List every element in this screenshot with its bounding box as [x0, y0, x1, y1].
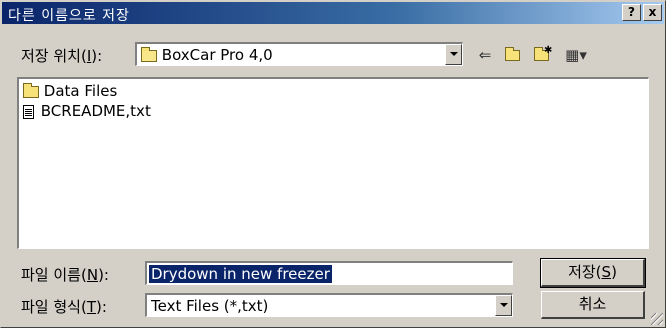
- file-name-label-end: ):: [98, 266, 109, 284]
- up-folder-shape: [504, 47, 520, 61]
- file-type-label: 파일 형식(T):: [21, 296, 107, 317]
- help-button[interactable]: ?: [622, 4, 641, 21]
- save-as-dialog: 다른 이름으로 저장 ? x 저장 위치(I): BoxCar Pro 4,0 …: [0, 0, 666, 328]
- close-button[interactable]: x: [643, 4, 662, 21]
- list-item[interactable]: Data Files: [23, 82, 117, 100]
- folder-icon: [23, 82, 39, 98]
- file-name-input[interactable]: Drydown in new freezer: [145, 261, 513, 285]
- file-name-label-text: 파일 이름(: [21, 266, 87, 284]
- save-location-label-end: ):: [91, 47, 103, 65]
- list-item[interactable]: BCREADME,txt: [23, 102, 151, 120]
- save-location-value: BoxCar Pro 4,0: [161, 46, 273, 64]
- new-folder-icon[interactable]: ✱: [529, 45, 553, 65]
- save-location-label: 저장 위치(I):: [21, 45, 102, 66]
- file-list[interactable]: Data Files BCREADME,txt: [17, 77, 649, 249]
- save-button-accel: S: [601, 263, 612, 281]
- chevron-down-icon[interactable]: [445, 44, 462, 65]
- resize-grip[interactable]: [651, 313, 663, 325]
- file-name: BCREADME,txt: [40, 102, 151, 120]
- file-name-label: 파일 이름(N):: [21, 264, 109, 285]
- text-file-icon: [23, 104, 34, 119]
- file-type-label-end: ):: [96, 298, 107, 316]
- cancel-button[interactable]: 취소: [541, 291, 645, 319]
- save-location-value-wrap: BoxCar Pro 4,0: [141, 46, 273, 64]
- chevron-down-icon[interactable]: [495, 295, 512, 316]
- title-bar[interactable]: 다른 이름으로 저장 ? x: [2, 2, 664, 24]
- file-type-label-text: 파일 형식(: [21, 298, 87, 316]
- file-type-value: Text Files (*,txt): [151, 297, 269, 315]
- save-button-label: 저장(: [568, 263, 602, 281]
- sparkle-icon: ✱: [544, 45, 553, 56]
- up-folder-icon[interactable]: [500, 45, 524, 65]
- file-type-accel: T: [86, 298, 96, 316]
- dialog-title: 다른 이름으로 저장: [8, 8, 130, 24]
- file-name-accel: N: [86, 266, 99, 284]
- file-name-value: Drydown in new freezer: [149, 265, 332, 283]
- back-arrow-icon[interactable]: ⇐: [473, 45, 497, 65]
- view-menu-icon[interactable]: ▦▾: [561, 45, 591, 65]
- save-location-label-text: 저장 위치(: [21, 47, 87, 65]
- file-name: Data Files: [43, 82, 118, 100]
- open-folder-icon: [141, 46, 157, 62]
- save-button[interactable]: 저장(S): [540, 258, 646, 288]
- save-button-label-end: ): [611, 263, 617, 281]
- save-location-dropdown[interactable]: BoxCar Pro 4,0: [135, 42, 463, 66]
- file-type-dropdown[interactable]: Text Files (*,txt): [145, 293, 513, 317]
